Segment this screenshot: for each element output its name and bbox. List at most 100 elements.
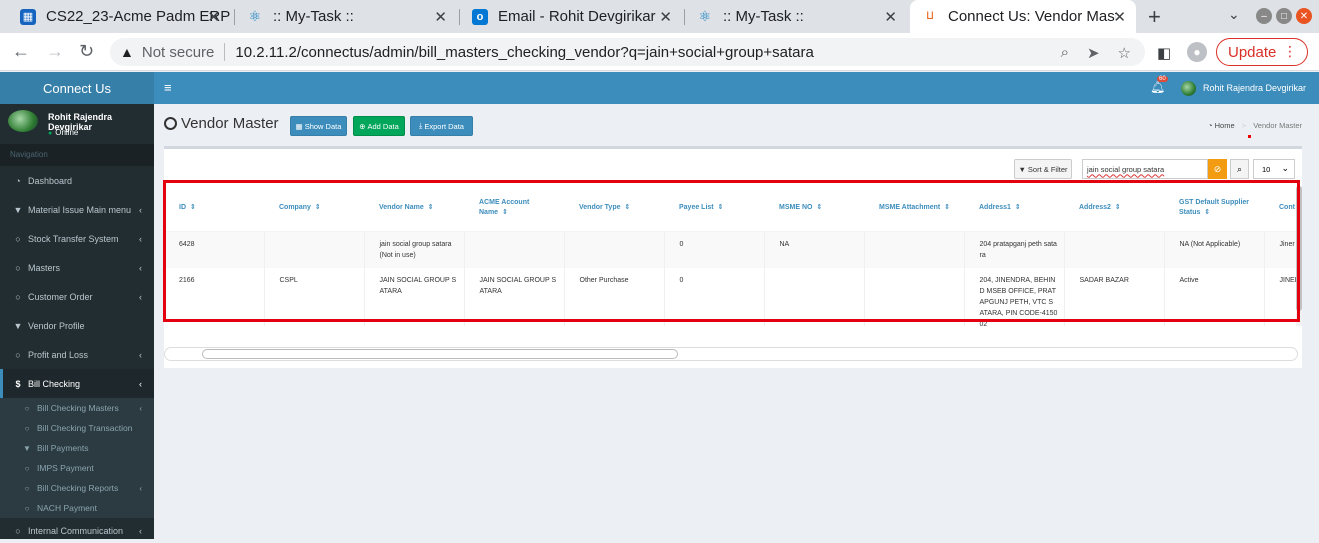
sidebar-item-bill-checking[interactable]: $ Bill Checking ‹ — [0, 369, 154, 398]
scrollbar-thumb[interactable] — [1296, 186, 1302, 311]
show-data-label: Show Data — [304, 121, 342, 131]
browser-tab-connect-us[interactable]: ⵡ Connect Us: Vendor Master ✕ — [910, 0, 1136, 33]
maximize-icon[interactable]: □ — [1276, 8, 1292, 24]
kebab-menu-icon[interactable]: ⋮ — [1283, 43, 1297, 60]
submenu-item-bill-checking-reports[interactable]: ○ Bill Checking Reports ‹ — [0, 478, 154, 498]
export-data-label: Export Data — [424, 121, 464, 131]
bookmark-star-icon[interactable]: ☆ — [1118, 44, 1131, 62]
scrollbar-thumb[interactable] — [202, 349, 678, 359]
column-header-vendor-type[interactable]: Vendor Type ⇕ — [564, 186, 664, 232]
reload-icon[interactable]: ↻ — [79, 41, 94, 62]
bell-icon[interactable]: 🔔︎ — [1150, 80, 1165, 94]
clear-search-button[interactable]: ⊘ — [1208, 159, 1227, 179]
sidebar-item-vendor-profile[interactable]: ▼ Vendor Profile — [0, 311, 154, 340]
column-header-id[interactable]: ID ⇕ — [164, 186, 264, 232]
column-header-msme-no[interactable]: MSME NO ⇕ — [764, 186, 864, 232]
minimize-icon[interactable]: – — [1256, 8, 1272, 24]
submenu-item-bill-checking-masters[interactable]: ○ Bill Checking Masters ‹ — [0, 398, 154, 418]
show-data-button[interactable]: ▦ Show Data — [290, 116, 347, 136]
cell-vendor-type — [564, 231, 665, 268]
erp-icon: ▦ — [20, 8, 36, 25]
close-icon[interactable]: ✕ — [1113, 8, 1126, 26]
close-icon[interactable]: ✕ — [884, 8, 897, 26]
table-row[interactable]: 2166 CSPL JAIN SOCIAL GROUP SATARA JAIN … — [164, 267, 1298, 326]
tab-search-chevron-icon[interactable]: ⌄ — [1228, 6, 1240, 23]
column-header-company[interactable]: Company ⇕ — [264, 186, 364, 232]
submenu-item-nach-payment[interactable]: ○ NACH Payment — [0, 498, 154, 518]
column-header-address1[interactable]: Address1 ⇕ — [964, 186, 1064, 232]
sidebar-item-label: Material Issue Main menu — [28, 204, 132, 215]
add-data-button[interactable]: ⊕ Add Data — [353, 116, 405, 136]
cell-company: CSPL — [264, 267, 365, 326]
sidebar-item-customer-order[interactable]: ○ Customer Order ‹ — [0, 282, 154, 311]
zoom-icon[interactable]: ⌕ — [1061, 44, 1069, 62]
navigation-header: Navigation — [0, 144, 154, 166]
react-icon: ⚛ — [698, 8, 712, 24]
chevron-left-icon: ‹ — [139, 205, 142, 215]
react-icon: ⚛ — [248, 8, 262, 24]
close-icon[interactable]: ✕ — [434, 8, 447, 26]
user-avatar[interactable] — [1181, 81, 1196, 96]
navbar-user-name[interactable]: Rohit Rajendra Devgirikar — [1203, 83, 1306, 93]
export-data-button[interactable]: ⤓ Export Data — [410, 116, 473, 136]
forward-icon[interactable]: → — [46, 41, 64, 62]
url-omnibox[interactable]: ▲ Not secure 10.2.11.2/connectus/admin/b… — [110, 38, 1145, 66]
page-size-value: 10 — [1262, 164, 1271, 174]
column-header-cont[interactable]: Cont — [1264, 186, 1298, 232]
browser-tab-email[interactable]: o Email - Rohit Devgirikar ✕ — [460, 0, 682, 33]
sidebar-item-material-issue[interactable]: ▼ Material Issue Main menu ‹ — [0, 195, 154, 224]
submenu-item-imps-payment[interactable]: ○ IMPS Payment — [0, 458, 154, 478]
column-header-msme-attachment[interactable]: MSME Attachment ⇕ — [864, 186, 964, 232]
submenu-item-bill-checking-transaction[interactable]: ○ Bill Checking Transaction — [0, 418, 154, 438]
vertical-scrollbar[interactable] — [1296, 186, 1302, 326]
column-header-vendor-name[interactable]: Vendor Name ⇕ — [364, 186, 464, 232]
user-status: Online — [48, 128, 78, 137]
update-button[interactable]: Update ⋮ — [1216, 38, 1308, 66]
circle-icon: ○ — [24, 503, 30, 513]
column-label: Vendor Type — [579, 204, 621, 212]
browser-tab-my-task[interactable]: ⚛ :: My-Task :: ✕ — [235, 0, 457, 33]
sidebar-item-internal-communication[interactable]: ○ Internal Communication ‹ — [0, 518, 154, 543]
search-button[interactable]: ⌕ — [1230, 159, 1249, 179]
chevron-left-icon: ‹ — [139, 379, 142, 389]
submenu-item-bill-payments[interactable]: ▼ Bill Payments — [0, 438, 154, 458]
brand-logo[interactable]: Connect Us — [0, 72, 154, 104]
page-size-select[interactable]: 10 ⌄ — [1253, 159, 1295, 179]
sidebar-item-label: Bill Checking — [28, 378, 81, 389]
new-tab-icon[interactable]: + — [1148, 4, 1161, 30]
column-header-acme-account-name[interactable]: ACME Account Name ⇕ — [464, 186, 564, 232]
cell-msme-attachment — [864, 267, 965, 326]
hamburger-menu-icon[interactable]: ≡ — [164, 80, 172, 95]
send-icon[interactable]: ➤ — [1087, 44, 1100, 62]
sidebar-item-stock-transfer[interactable]: ○ Stock Transfer System ‹ — [0, 224, 154, 253]
close-icon[interactable]: ✕ — [207, 8, 220, 26]
sidebar-item-profit-loss[interactable]: ○ Profit and Loss ‹ — [0, 340, 154, 369]
search-input[interactable]: jain social group satara — [1082, 159, 1208, 179]
side-panel-icon[interactable]: ◧ — [1157, 44, 1171, 62]
window-close-icon[interactable]: ✕ — [1296, 8, 1312, 24]
breadcrumb-home[interactable]: Home — [1215, 121, 1235, 130]
sidebar-item-masters[interactable]: ○ Masters ‹ — [0, 253, 154, 282]
column-header-address2[interactable]: Address2 ⇕ — [1064, 186, 1164, 232]
chevron-left-icon: ‹ — [139, 350, 142, 360]
horizontal-scrollbar[interactable] — [164, 347, 1298, 361]
sort-filter-button[interactable]: ▼ Sort & Filter — [1014, 159, 1072, 179]
cell-address1: 204, JINENDRA, BEHIND MSEB OFFICE, PRATA… — [964, 267, 1065, 326]
back-icon[interactable]: ← — [12, 41, 30, 62]
browser-tab-erp[interactable]: ▦ CS22_23-Acme Padm ERP ✕ — [8, 0, 230, 33]
close-icon[interactable]: ✕ — [659, 8, 672, 26]
filter-icon: ▼ — [13, 204, 23, 215]
cell-vendor-name: jain social group satara(Not in use) — [364, 231, 465, 268]
table-scroll-area[interactable]: ID ⇕ Company ⇕ Vendor Name ⇕ ACME Account N… — [164, 186, 1298, 326]
browser-tab-my-task-2[interactable]: ⚛ :: My-Task :: ✕ — [685, 0, 907, 33]
sidebar-item-label: Dashboard — [28, 175, 73, 186]
sidebar-item-label: Vendor Profile — [28, 320, 85, 331]
table-row[interactable]: 6428 jain social group satara(Not in use… — [164, 231, 1298, 268]
profile-avatar-icon[interactable]: ● — [1187, 42, 1207, 62]
sort-icon: ⇕ — [1114, 204, 1121, 212]
search-icon: ⌕ — [1236, 163, 1243, 174]
column-header-payee-list[interactable]: Payee List ⇕ — [664, 186, 764, 232]
submenu-item-label: Bill Payments — [37, 443, 89, 453]
sidebar-item-dashboard[interactable]: ◔ Dashboard — [0, 166, 154, 195]
column-header-gst-status[interactable]: GST Default Supplier Status ⇕ — [1164, 186, 1264, 232]
